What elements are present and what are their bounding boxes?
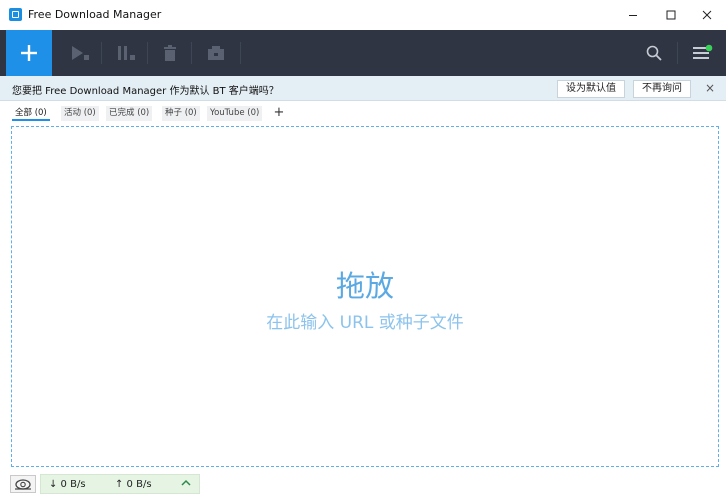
close-icon xyxy=(702,10,712,20)
filter-tabs: 全部 (0) 活动 (0) 已完成 (0) 种子 (0) YouTube (0)… xyxy=(0,103,726,123)
tab-active[interactable]: 活动 (0) xyxy=(61,106,99,121)
window-title: Free Download Manager xyxy=(28,8,162,21)
move-button[interactable] xyxy=(194,30,238,76)
menu-icon xyxy=(693,44,713,59)
maximize-icon xyxy=(666,10,676,20)
add-download-button[interactable] xyxy=(6,30,52,76)
start-button[interactable] xyxy=(58,30,102,76)
search-icon xyxy=(646,45,662,61)
notice-close-button[interactable]: × xyxy=(702,81,718,97)
tab-completed[interactable]: 已完成 (0) xyxy=(106,106,153,121)
snail-icon xyxy=(15,479,31,490)
pause-icon xyxy=(118,46,135,60)
chevron-up-icon[interactable] xyxy=(181,478,191,491)
drop-title: 拖放 xyxy=(335,269,394,303)
app-logo-icon xyxy=(9,8,22,21)
maximize-button[interactable] xyxy=(656,4,686,26)
tab-all[interactable]: 全部 (0) xyxy=(12,106,50,121)
pause-button[interactable] xyxy=(104,30,148,76)
speed-panel[interactable]: ↓ 0 B/s ↑ 0 B/s xyxy=(40,474,200,494)
delete-button[interactable] xyxy=(148,30,192,76)
toolbar-divider xyxy=(101,42,102,64)
title-bar: Free Download Manager xyxy=(0,0,726,30)
status-bar: ↓ 0 B/s ↑ 0 B/s xyxy=(0,473,726,495)
minimize-icon xyxy=(629,15,637,16)
move-icon xyxy=(208,46,224,60)
toolbar-divider xyxy=(191,42,192,64)
main-menu-button[interactable] xyxy=(680,30,724,76)
add-tab-button[interactable]: + xyxy=(272,106,286,121)
upload-speed: ↑ 0 B/s xyxy=(115,479,152,490)
tab-torrents[interactable]: 种子 (0) xyxy=(162,106,200,121)
drop-zone[interactable]: 拖放 在此输入 URL 或种子文件 xyxy=(11,126,719,467)
close-button[interactable] xyxy=(692,4,722,26)
plus-icon xyxy=(21,45,37,61)
toolbar xyxy=(0,30,726,76)
play-icon xyxy=(72,46,89,60)
notice-text: 您要把 Free Download Manager 作为默认 BT 客户端吗？ xyxy=(12,86,279,97)
minimize-button[interactable] xyxy=(618,4,648,26)
toolbar-divider xyxy=(240,42,241,64)
default-client-notice: 您要把 Free Download Manager 作为默认 BT 客户端吗？ … xyxy=(0,76,726,101)
tab-youtube[interactable]: YouTube (0) xyxy=(207,106,263,121)
toolbar-divider xyxy=(677,42,678,64)
set-default-button[interactable]: 设为默认值 xyxy=(557,80,625,98)
speed-mode-button[interactable] xyxy=(10,475,36,493)
trash-icon xyxy=(164,45,176,61)
search-button[interactable] xyxy=(632,30,676,76)
download-speed: ↓ 0 B/s xyxy=(49,479,86,490)
drop-subtitle: 在此输入 URL 或种子文件 xyxy=(266,313,464,333)
dont-ask-button[interactable]: 不再询问 xyxy=(633,80,691,98)
